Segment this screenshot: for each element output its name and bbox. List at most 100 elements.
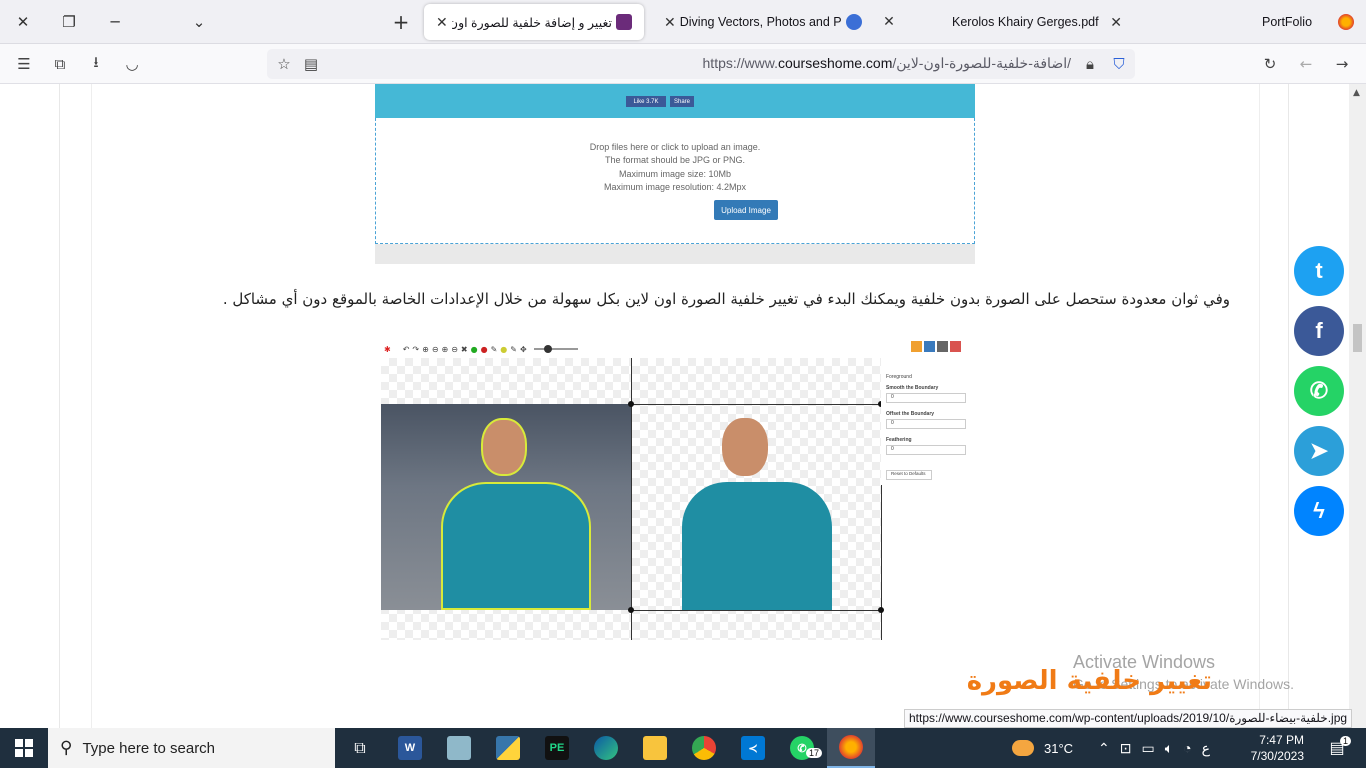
logo-icon: ✱ <box>384 344 391 354</box>
foreground-label: Foreground <box>886 374 912 380</box>
extensions-icon[interactable]: ⧉ <box>45 44 75 84</box>
upload-image-button: Upload Image <box>714 200 778 220</box>
battery-icon[interactable]: ▭ <box>1141 740 1154 757</box>
offset-label: Offset the Boundary <box>886 411 935 417</box>
close-tab-icon[interactable]: ✕ <box>436 14 448 31</box>
result-canvas <box>632 358 881 640</box>
taskbar-search[interactable]: ⚲ Type here to search <box>48 728 335 768</box>
tab-bar: ✕ ❐ ─ ⌄ + ✕ تغيير و إضافة خلفية للصورة ا… <box>0 0 1366 44</box>
crop-handle <box>878 607 884 613</box>
start-button[interactable] <box>0 728 48 768</box>
upload-header-band: Like 3.7K Share <box>375 84 975 118</box>
edge-app-icon[interactable] <box>582 728 630 768</box>
help-icon <box>911 341 922 352</box>
word-app-icon[interactable]: W <box>386 728 434 768</box>
article-paragraph: وفي ثوان معدودة ستحصل على الصورة بدون خل… <box>222 290 1230 308</box>
editor-screenshot: ✱ ↶ ↷ ⊕ ⊖ ⊕ ⊖ ✖ ● ● ✎ ● ✎ ✥ Foreground S… <box>381 340 966 640</box>
file-explorer-icon[interactable] <box>631 728 679 768</box>
reader-view-icon[interactable]: ▤ <box>296 44 326 84</box>
editor-side-panel: Foreground Smooth the Boundary 0 Offset … <box>881 340 966 485</box>
pycharm-app-icon[interactable]: PE <box>533 728 581 768</box>
panel-buttons <box>911 341 961 352</box>
pocket-icon[interactable]: ◡ <box>117 44 147 84</box>
editor-toolbar: ✱ ↶ ↷ ⊕ ⊖ ⊕ ⊖ ✖ ● ● ✎ ● ✎ ✥ <box>381 340 881 358</box>
scroll-thumb[interactable] <box>1353 324 1362 352</box>
clock-date: 7/30/2023 <box>1250 749 1304 763</box>
like-button: Like 3.7K <box>626 96 666 107</box>
url-bar[interactable]: ☆ ▤ https://www.courseshome.com/اضافة-خل… <box>267 49 1135 79</box>
downloads-icon[interactable]: ⭳ <box>81 44 111 84</box>
shield-icon[interactable]: ⛉ <box>1104 44 1134 84</box>
vertical-scrollbar[interactable]: ▲ <box>1349 84 1366 728</box>
language-indicator[interactable]: ع <box>1202 740 1210 757</box>
weather-widget[interactable]: 31°C <box>1012 728 1073 768</box>
chrome-app-icon[interactable] <box>680 728 728 768</box>
site-favicon-icon <box>616 14 632 30</box>
back-icon[interactable]: → <box>1327 44 1357 84</box>
facebook-share-icon[interactable]: f <box>1294 306 1344 356</box>
robot-favicon-icon <box>846 14 862 30</box>
drop-line: The format should be JPG or PNG. <box>604 155 746 165</box>
whatsapp-app-icon[interactable]: ✆ 17 <box>778 728 826 768</box>
tab-pdf[interactable]: Kerolos Khairy Gerges.pdf ✕ <box>944 4 1134 40</box>
whatsapp-share-icon[interactable]: ✆ <box>1294 366 1344 416</box>
lock-icon[interactable]: 🔒︎ <box>1075 44 1105 84</box>
hamburger-icon <box>937 341 948 352</box>
new-tab-icon[interactable]: + <box>386 0 416 44</box>
app-icon[interactable] <box>435 728 483 768</box>
search-icon: ⚲ <box>60 738 73 757</box>
notifications-icon[interactable]: ▤ 1 <box>1322 728 1352 768</box>
restore-window-icon[interactable]: ❐ <box>54 0 84 44</box>
reset-button: Reset to Defaults <box>886 470 932 480</box>
messenger-share-icon[interactable]: ϟ <box>1294 486 1344 536</box>
zoom-icon: ⊖ <box>431 344 439 354</box>
close-tab-icon[interactable]: ✕ <box>664 14 676 31</box>
reload-icon[interactable]: ↻ <box>1255 44 1285 84</box>
tab-portfolio[interactable]: PortFolio <box>1254 4 1366 40</box>
clock[interactable]: 7:47 PM 7/30/2023 <box>1251 728 1304 768</box>
taskbar: ⚲ Type here to search ⧉ W PE ≺ ✆ 17 31°C… <box>0 728 1366 768</box>
undo-icon: ↶ <box>402 344 410 354</box>
volume-icon[interactable]: 🔈︎ <box>1165 740 1173 757</box>
close-tab-icon[interactable]: ✕ <box>1110 14 1122 31</box>
tab-title: تغيير و إضافة خلفية للصورة اون لا <box>451 15 612 30</box>
vscode-app-icon[interactable]: ≺ <box>729 728 777 768</box>
crop-handle <box>628 607 634 613</box>
redo-icon: ↷ <box>412 344 420 354</box>
crop-edge <box>631 404 881 405</box>
original-photo <box>381 404 631 610</box>
close-window-icon[interactable]: ✕ <box>8 0 38 44</box>
task-view-icon[interactable]: ⧉ <box>336 728 384 768</box>
menu-icon[interactable]: ☰ <box>9 44 39 84</box>
drop-line: Maximum image size: 10Mb <box>618 169 732 179</box>
url-path: /اضافة-خلفية-للصورة-اون-لاين/ <box>892 55 1071 71</box>
tab-title: Kerolos Khairy Gerges.pdf <box>952 15 1099 29</box>
network-icon[interactable]: ◔ <box>1183 740 1191 756</box>
minimize-window-icon[interactable]: ─ <box>100 0 130 44</box>
weather-icon <box>1012 740 1034 756</box>
image-strip <box>375 244 975 264</box>
offset-select: 0 <box>886 419 966 429</box>
original-canvas <box>381 358 631 640</box>
drop-line: Maximum image resolution: 4.2Mpx <box>603 182 747 192</box>
page-content: Like 3.7K Share Drop files here or click… <box>0 84 1349 728</box>
tab-active[interactable]: ✕ تغيير و إضافة خلفية للصورة اون لا <box>424 4 644 40</box>
telegram-share-icon[interactable]: ➤ <box>1294 426 1344 476</box>
forward-icon[interactable]: ← <box>1291 44 1321 84</box>
share-button: Share <box>670 96 694 107</box>
close-tab-icon[interactable]: ✕ <box>874 0 904 44</box>
firefox-app-icon[interactable] <box>827 728 875 768</box>
tab-diving-vectors[interactable]: ✕ Diving Vectors, Photos and PSD <box>652 4 874 40</box>
list-all-tabs-icon[interactable]: ⌄ <box>184 0 214 44</box>
keep-icon: ● <box>470 344 478 354</box>
zoom-icon: ⊕ <box>422 344 429 354</box>
bookmark-star-icon[interactable]: ☆ <box>269 44 299 84</box>
twitter-share-icon[interactable]: t <box>1294 246 1344 296</box>
python-app-icon[interactable] <box>484 728 532 768</box>
url-domain: courseshome.com <box>777 55 893 71</box>
show-hidden-icons-icon[interactable]: ⌃ <box>1098 740 1110 757</box>
scroll-up-icon[interactable]: ▲ <box>1353 88 1360 98</box>
firefox-favicon-icon <box>1338 14 1354 30</box>
meet-now-icon[interactable]: ⊡ <box>1120 740 1132 757</box>
weather-temp: 31°C <box>1044 740 1074 756</box>
